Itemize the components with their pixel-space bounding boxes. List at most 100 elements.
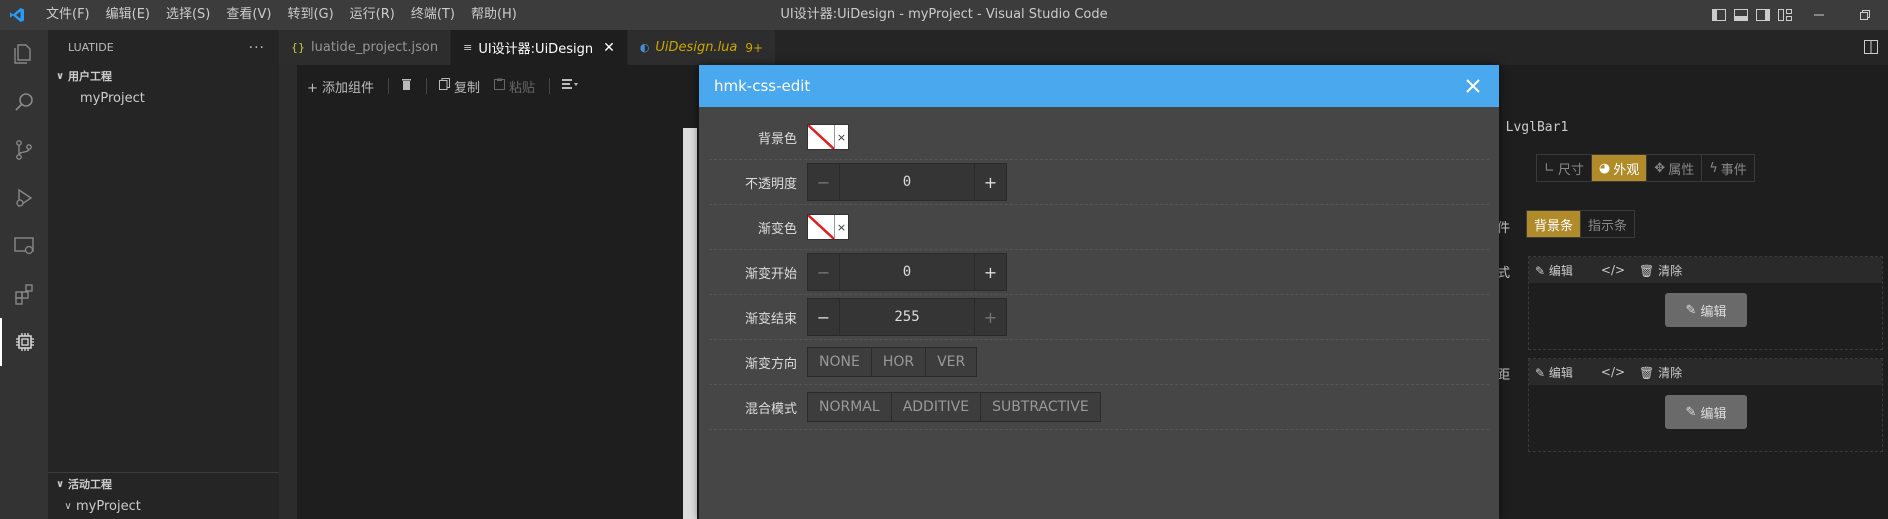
part-background[interactable]: 背景条	[1527, 211, 1582, 237]
sidebar: LUATIDE ··· ∨ 用户工程 myProject ∨ 活动工程 ∨ my…	[48, 30, 279, 519]
increment-button[interactable]: +	[975, 164, 1006, 200]
clear-color-button[interactable]: ×	[834, 215, 848, 239]
toggle-secondary-sidebar-icon[interactable]	[1752, 0, 1774, 30]
restore-icon[interactable]	[1842, 0, 1888, 30]
menu-bar: 文件(F) 编辑(E) 选择(S) 查看(V) 转到(G) 运行(R) 终端(T…	[38, 0, 525, 30]
option-ver[interactable]: VER	[926, 348, 977, 376]
toolbar-divider	[388, 78, 390, 94]
option-hor[interactable]: HOR	[871, 348, 927, 376]
code-icon[interactable]: </>	[1601, 263, 1625, 277]
designer-toolbar: + 添加组件 复制 粘贴	[297, 65, 697, 107]
option-additive[interactable]: ADDITIVE	[891, 393, 982, 421]
opacity-input[interactable]: 0	[839, 164, 975, 200]
row-grad-end: 渐变结束 − 255 +	[709, 295, 1489, 340]
minimize-icon[interactable]	[1796, 0, 1842, 30]
menu-edit[interactable]: 编辑(E)	[98, 0, 158, 30]
chip-icon[interactable]	[0, 318, 48, 366]
option-none[interactable]: NONE	[808, 348, 872, 376]
paste-button[interactable]: 粘贴	[494, 77, 535, 96]
menu-view[interactable]: 查看(V)	[218, 0, 279, 30]
section-user-projects[interactable]: ∨ 用户工程	[48, 65, 279, 87]
option-subtractive[interactable]: SUBTRACTIVE	[981, 393, 1100, 421]
close-icon[interactable]	[1461, 74, 1485, 98]
dialog-title: hmk-css-edit	[714, 77, 811, 95]
increment-button[interactable]: +	[975, 299, 1006, 335]
remote-explorer-icon[interactable]	[0, 222, 48, 270]
extensions-icon[interactable]	[0, 270, 48, 318]
tab-uidesign-lua[interactable]: ◐ UiDesign.lua 9+	[627, 30, 777, 65]
delete-button[interactable]	[401, 78, 412, 94]
source-control-icon[interactable]	[0, 126, 48, 174]
sidebar-sash[interactable]	[279, 30, 297, 519]
padding-box: ✎ 编辑 </> 🗑 清除 ✎ 编辑	[1528, 358, 1883, 452]
code-icon[interactable]: </>	[1601, 365, 1625, 379]
menu-file[interactable]: 文件(F)	[38, 0, 98, 30]
ruler-icon: ∟	[1544, 160, 1555, 176]
toolbar-divider	[426, 78, 428, 94]
toggle-sidebar-icon[interactable]	[1708, 0, 1730, 30]
grad-start-input[interactable]: 0	[839, 254, 975, 290]
css-edit-dialog: hmk-css-edit 背景色 × 不透明度 − 0 + 渐变色 × 渐变开始…	[699, 65, 1499, 519]
decrement-button[interactable]: −	[808, 299, 839, 335]
tab-label: UiDesign.lua	[655, 40, 738, 55]
copy-button[interactable]: 复制	[439, 77, 480, 96]
edit-action[interactable]: ✎ 编辑	[1535, 262, 1587, 279]
copy-label: 复制	[454, 80, 481, 96]
add-component-button[interactable]: + 添加组件	[307, 77, 374, 96]
align-menu-button[interactable]	[562, 78, 579, 94]
increment-button[interactable]: +	[975, 254, 1006, 290]
clear-color-button[interactable]: ×	[834, 125, 848, 149]
bg-color-picker[interactable]: ×	[807, 124, 849, 150]
edit-icon: ✎	[1685, 404, 1697, 420]
close-icon[interactable]: ✕	[603, 40, 615, 56]
menu-help[interactable]: 帮助(H)	[463, 0, 525, 30]
split-editor-icon[interactable]	[1864, 40, 1878, 58]
opacity-label: 不透明度	[744, 176, 797, 192]
lua-icon: ◐	[639, 41, 650, 54]
tab-ui-designer[interactable]: ≡ UI设计器:UiDesign ✕	[451, 30, 628, 65]
tab-events[interactable]: ϟ 事件	[1702, 155, 1754, 181]
tab-luatide-project-json[interactable]: {} luatide_project.json	[279, 30, 452, 65]
menu-terminal[interactable]: 终端(T)	[403, 0, 463, 30]
padding-edit-button[interactable]: ✎ 编辑	[1665, 395, 1747, 429]
row-bg-color: 背景色 ×	[709, 115, 1489, 160]
menu-goto[interactable]: 转到(G)	[279, 0, 341, 30]
project-item[interactable]: myProject	[48, 87, 279, 109]
align-icon	[562, 78, 579, 94]
section-active-projects[interactable]: ∨ 活动工程	[48, 473, 279, 495]
grad-color-picker[interactable]: ×	[807, 214, 849, 240]
design-canvas	[297, 107, 697, 519]
style-edit-button[interactable]: ✎ 编辑	[1665, 293, 1747, 327]
explorer-icon[interactable]	[0, 30, 48, 78]
tab-label: UI设计器:UiDesign	[478, 42, 594, 57]
option-normal[interactable]: NORMAL	[808, 393, 892, 421]
row-blend-mode: 混合模式 NORMAL ADDITIVE SUBTRACTIVE	[709, 385, 1489, 430]
blend-mode-label: 混合模式	[744, 401, 797, 417]
css-form: 背景色 × 不透明度 − 0 + 渐变色 × 渐变开始 − 0 + 渐变结束 −…	[699, 107, 1499, 430]
menu-selection[interactable]: 选择(S)	[158, 0, 218, 30]
clear-action[interactable]: 🗑 清除	[1639, 364, 1696, 381]
vscode-logo-icon	[0, 0, 34, 30]
decrement-button[interactable]: −	[808, 164, 839, 200]
chevron-down-icon: ∨	[55, 70, 65, 82]
more-actions-icon[interactable]: ···	[249, 40, 265, 56]
tab-properties[interactable]: ✥ 属性	[1647, 155, 1703, 181]
decrement-button[interactable]: −	[808, 254, 839, 290]
grad-end-input[interactable]: 255	[839, 299, 975, 335]
tab-appearance[interactable]: ◕ 外观	[1591, 155, 1648, 181]
menu-run[interactable]: 运行(R)	[342, 0, 403, 30]
grad-dir-options: NONE HOR VER	[807, 347, 978, 377]
grad-start-label: 渐变开始	[744, 266, 797, 282]
tab-size[interactable]: ∟ 尺寸	[1537, 155, 1592, 181]
active-project-item[interactable]: ∨ myProject	[48, 495, 279, 517]
clear-action[interactable]: 🗑 清除	[1639, 262, 1696, 279]
part-indicator[interactable]: 指示条	[1581, 211, 1634, 237]
window-controls	[1708, 0, 1888, 30]
editor-tabs: {} luatide_project.json ≡ UI设计器:UiDesign…	[279, 30, 1888, 65]
edit-action[interactable]: ✎ 编辑	[1535, 364, 1587, 381]
run-debug-icon[interactable]	[0, 174, 48, 222]
toggle-panel-icon[interactable]	[1730, 0, 1752, 30]
row-grad-dir: 渐变方向 NONE HOR VER	[709, 340, 1489, 385]
customize-layout-icon[interactable]	[1774, 0, 1796, 30]
search-icon[interactable]	[0, 78, 48, 126]
